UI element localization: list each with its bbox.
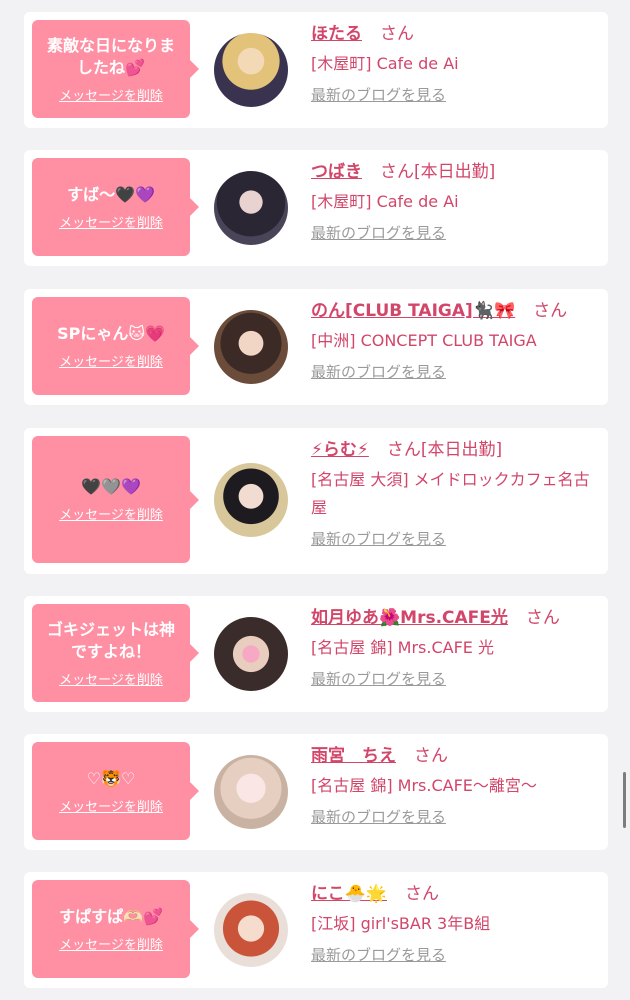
name-line: ⚡らむ⚡ さん[本日出勤]: [311, 436, 600, 464]
latest-blog-link[interactable]: 最新のブログを見る: [311, 806, 446, 827]
honorific: さん: [414, 746, 448, 766]
message-card: ♡🐯♡ メッセージを削除 雨宮 ちえ さん [名古屋 錦] Mrs.CAFE〜離宮…: [24, 734, 608, 850]
avatar[interactable]: [214, 171, 288, 245]
latest-blog-link[interactable]: 最新のブログを見る: [311, 668, 446, 689]
avatar[interactable]: [214, 755, 288, 829]
message-info: にこ🐣🌟 さん [江坂] girl'sBAR 3年B組 最新のブログを見る: [311, 880, 600, 965]
honorific: さん: [380, 162, 414, 182]
cast-name-link[interactable]: のん[CLUB TAIGA]🐈‍⬛🎀: [311, 301, 515, 321]
delete-message-link[interactable]: メッセージを削除: [59, 85, 163, 104]
shop-info: [名古屋 錦] Mrs.CAFE〜離宮〜: [311, 776, 537, 795]
delete-message-link[interactable]: メッセージを削除: [59, 934, 163, 953]
message-text: 🖤🩶💜: [81, 477, 141, 496]
honorific: さん: [386, 440, 421, 460]
message-text: ♡🐯♡: [86, 768, 136, 788]
message-text: ゴキジェットは神ですよね！: [46, 619, 175, 661]
honorific: さん: [533, 301, 568, 321]
honorific: さん: [380, 24, 414, 44]
message-card: 🖤🩶💜 メッセージを削除 ⚡らむ⚡ さん[本日出勤] [名古屋 大須] メイドロッ…: [24, 428, 608, 574]
avatar[interactable]: [214, 310, 288, 384]
cast-name-link[interactable]: 雨宮 ちえ: [311, 746, 396, 766]
shop-info: [江坂] girl'sBAR 3年B組: [311, 914, 491, 933]
name-line: つばき さん[本日出勤]: [311, 158, 600, 186]
message-info: ⚡らむ⚡ さん[本日出勤] [名古屋 大須] メイドロックカフェ名古屋 最新のブロ…: [311, 436, 600, 549]
delete-message-link[interactable]: メッセージを削除: [59, 796, 163, 815]
message-card: ゴキジェットは神ですよね！ メッセージを削除 如月ゆあ🌺Mrs.CAFE光 さん …: [24, 596, 608, 712]
status-badge: [本日出勤]: [414, 162, 496, 182]
cast-name-link[interactable]: つばき: [311, 162, 362, 182]
avatar[interactable]: [214, 617, 288, 691]
name-line: 如月ゆあ🌺Mrs.CAFE光 さん: [311, 604, 600, 632]
shop-info: [中洲] CONCEPT CLUB TAIGA: [311, 331, 537, 350]
delete-message-link[interactable]: メッセージを削除: [59, 212, 163, 231]
cast-name-link[interactable]: 如月ゆあ🌺Mrs.CAFE光: [311, 608, 508, 628]
latest-blog-link[interactable]: 最新のブログを見る: [311, 361, 446, 382]
delete-message-link[interactable]: メッセージを削除: [59, 669, 163, 688]
avatar[interactable]: [214, 463, 288, 537]
honorific: さん: [405, 884, 439, 904]
delete-message-link[interactable]: メッセージを削除: [59, 351, 163, 370]
message-card: 素敵な日になりましたね💕 メッセージを削除 ほたる さん [木屋町] Cafe d…: [24, 12, 608, 128]
message-info: つばき さん[本日出勤] [木屋町] Cafe de Ai 最新のブログを見る: [311, 158, 600, 243]
message-info: 雨宮 ちえ さん [名古屋 錦] Mrs.CAFE〜離宮〜 最新のブログを見る: [311, 742, 600, 827]
message-card: すば〜🖤💜 メッセージを削除 つばき さん[本日出勤] [木屋町] Cafe de…: [24, 150, 608, 266]
message-bubble: ゴキジェットは神ですよね！ メッセージを削除: [32, 604, 199, 702]
latest-blog-link[interactable]: 最新のブログを見る: [311, 528, 446, 549]
message-card: SPにゃん🐱💗 メッセージを削除 のん[CLUB TAIGA]🐈‍⬛🎀 さん [中…: [24, 289, 608, 405]
latest-blog-link[interactable]: 最新のブログを見る: [311, 84, 446, 105]
message-bubble: ♡🐯♡ メッセージを削除: [32, 742, 199, 840]
name-line: のん[CLUB TAIGA]🐈‍⬛🎀 さん: [311, 297, 600, 325]
delete-message-link[interactable]: メッセージを削除: [59, 504, 163, 523]
message-bubble: 🖤🩶💜 メッセージを削除: [32, 436, 199, 563]
message-card: すぱすぱ🫶🏻💕 メッセージを削除 にこ🐣🌟 さん [江坂] girl'sBAR 3…: [24, 872, 608, 988]
status-badge: [本日出勤]: [420, 440, 503, 460]
message-info: ほたる さん [木屋町] Cafe de Ai 最新のブログを見る: [311, 20, 600, 105]
message-text: SPにゃん🐱💗: [57, 323, 165, 343]
message-text: すぱすぱ🫶🏻💕: [59, 906, 163, 926]
shop-info: [木屋町] Cafe de Ai: [311, 192, 459, 211]
message-bubble: 素敵な日になりましたね💕 メッセージを削除: [32, 20, 199, 118]
latest-blog-link[interactable]: 最新のブログを見る: [311, 222, 446, 243]
message-bubble: すば〜🖤💜 メッセージを削除: [32, 158, 199, 256]
message-info: 如月ゆあ🌺Mrs.CAFE光 さん [名古屋 錦] Mrs.CAFE 光 最新のブ…: [311, 604, 600, 689]
avatar[interactable]: [214, 893, 288, 967]
cast-name-link[interactable]: にこ🐣🌟: [311, 884, 387, 904]
message-bubble: SPにゃん🐱💗 メッセージを削除: [32, 297, 199, 395]
honorific: さん: [525, 608, 560, 628]
avatar[interactable]: [214, 33, 288, 107]
message-bubble: すぱすぱ🫶🏻💕 メッセージを削除: [32, 880, 199, 978]
cast-name-link[interactable]: ほたる: [311, 24, 362, 44]
message-text: 素敵な日になりましたね💕: [46, 35, 175, 77]
shop-info: [名古屋 錦] Mrs.CAFE 光: [311, 638, 494, 657]
scrollbar-thumb[interactable]: [623, 772, 626, 828]
name-line: 雨宮 ちえ さん: [311, 742, 600, 770]
name-line: にこ🐣🌟 さん: [311, 880, 600, 908]
shop-info: [木屋町] Cafe de Ai: [311, 54, 459, 73]
message-info: のん[CLUB TAIGA]🐈‍⬛🎀 さん [中洲] CONCEPT CLUB T…: [311, 297, 600, 382]
cast-name-link[interactable]: ⚡らむ⚡: [311, 440, 369, 460]
message-text: すば〜🖤💜: [67, 184, 155, 204]
latest-blog-link[interactable]: 最新のブログを見る: [311, 944, 446, 965]
shop-info: [名古屋 大須] メイドロックカフェ名古屋: [311, 470, 590, 517]
name-line: ほたる さん: [311, 20, 600, 48]
